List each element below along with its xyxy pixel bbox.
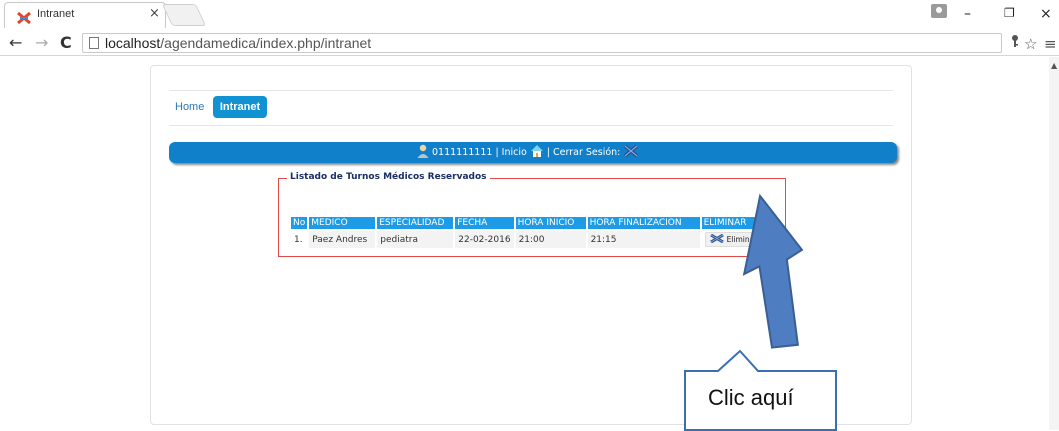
inicio-link[interactable]: Inicio xyxy=(502,147,527,158)
cell-medico: Paez Andres xyxy=(309,231,376,248)
table-row: 1. Paez Andres pediatra 22-02-2016 21:00… xyxy=(291,231,765,248)
window-close-button[interactable]: × xyxy=(1040,6,1052,22)
page-icon xyxy=(89,37,99,49)
joomla-favicon-icon xyxy=(17,9,31,25)
cell-especialidad: pediatra xyxy=(377,231,454,248)
logout-link[interactable]: Cerrar Sesión: xyxy=(553,147,620,158)
user-status-content: 0111111111 | Inicio | Cerrar Sesión: xyxy=(417,144,639,161)
cell-fecha: 22-02-2016 xyxy=(455,231,514,248)
key-icon[interactable] xyxy=(1010,35,1020,51)
separator: | xyxy=(495,147,499,158)
tab-title: Intranet xyxy=(37,8,75,20)
scroll-up-arrow-icon[interactable]: ▲ xyxy=(1051,61,1057,70)
divider xyxy=(169,125,893,126)
new-tab-button[interactable] xyxy=(161,4,207,26)
page-viewport: Home Intranet 0111111111 | Inicio | Cerr… xyxy=(0,57,1049,430)
col-header-medico: MEDICO xyxy=(309,217,376,229)
vertical-scrollbar[interactable]: ▲ xyxy=(1049,57,1059,430)
reservations-table: No MEDICO ESPECIALIDAD FECHA HORA INICIO… xyxy=(289,215,766,250)
cell-no: 1. xyxy=(291,231,308,248)
callout-text: Clic aquí xyxy=(708,385,794,410)
url-host: localhost xyxy=(105,35,161,51)
nav-home-link[interactable]: Home xyxy=(175,101,204,113)
user-avatar-icon xyxy=(417,144,429,161)
address-bar-row: ← → C localhost/agendamedica/index.php/i… xyxy=(0,32,1059,56)
profile-icon[interactable] xyxy=(931,4,947,18)
reservations-fieldset: Listado de Turnos Médicos Reservados No … xyxy=(278,172,786,257)
url-text: localhost/agendamedica/index.php/intrane… xyxy=(105,35,371,51)
user-id: 0111111111 xyxy=(432,147,493,158)
logout-icon[interactable] xyxy=(623,144,639,161)
table-header-row: No MEDICO ESPECIALIDAD FECHA HORA INICIO… xyxy=(291,217,765,229)
annotation-arrow xyxy=(742,193,804,349)
cell-hora-inicio: 21:00 xyxy=(515,231,586,248)
reload-button[interactable]: C xyxy=(60,33,72,52)
home-icon[interactable] xyxy=(530,144,544,161)
cell-hora-fin: 21:15 xyxy=(587,231,700,248)
minimize-button[interactable]: – xyxy=(964,6,971,22)
col-header-no: No xyxy=(291,217,308,229)
col-header-fecha: FECHA xyxy=(455,217,514,229)
back-button[interactable]: ← xyxy=(9,33,22,52)
url-path: /agendamedica/index.php/intranet xyxy=(160,35,372,51)
tab-close-icon[interactable]: × xyxy=(149,6,160,21)
menu-icon[interactable]: ≡ xyxy=(1044,35,1057,53)
separator: | xyxy=(546,147,550,158)
forward-button[interactable]: → xyxy=(35,33,48,52)
col-header-hora-inicio: HORA INICIO xyxy=(515,217,586,229)
reservations-legend: Listado de Turnos Médicos Reservados xyxy=(287,172,490,182)
user-status-bar: 0111111111 | Inicio | Cerrar Sesión: xyxy=(169,142,897,163)
col-header-especialidad: ESPECIALIDAD xyxy=(377,217,454,229)
col-header-hora-fin: HORA FINALIZACION xyxy=(587,217,700,229)
restore-button[interactable]: ❐ xyxy=(1004,6,1015,20)
browser-tab-strip: Intranet × – ❐ × xyxy=(0,0,1059,34)
divider xyxy=(169,90,893,91)
nav-intranet-tab[interactable]: Intranet xyxy=(213,96,267,118)
url-input[interactable]: localhost/agendamedica/index.php/intrane… xyxy=(82,33,1002,53)
browser-tab[interactable]: Intranet × xyxy=(4,2,166,28)
delete-icon xyxy=(709,233,725,245)
bookmark-star-icon[interactable]: ☆ xyxy=(1024,35,1037,53)
